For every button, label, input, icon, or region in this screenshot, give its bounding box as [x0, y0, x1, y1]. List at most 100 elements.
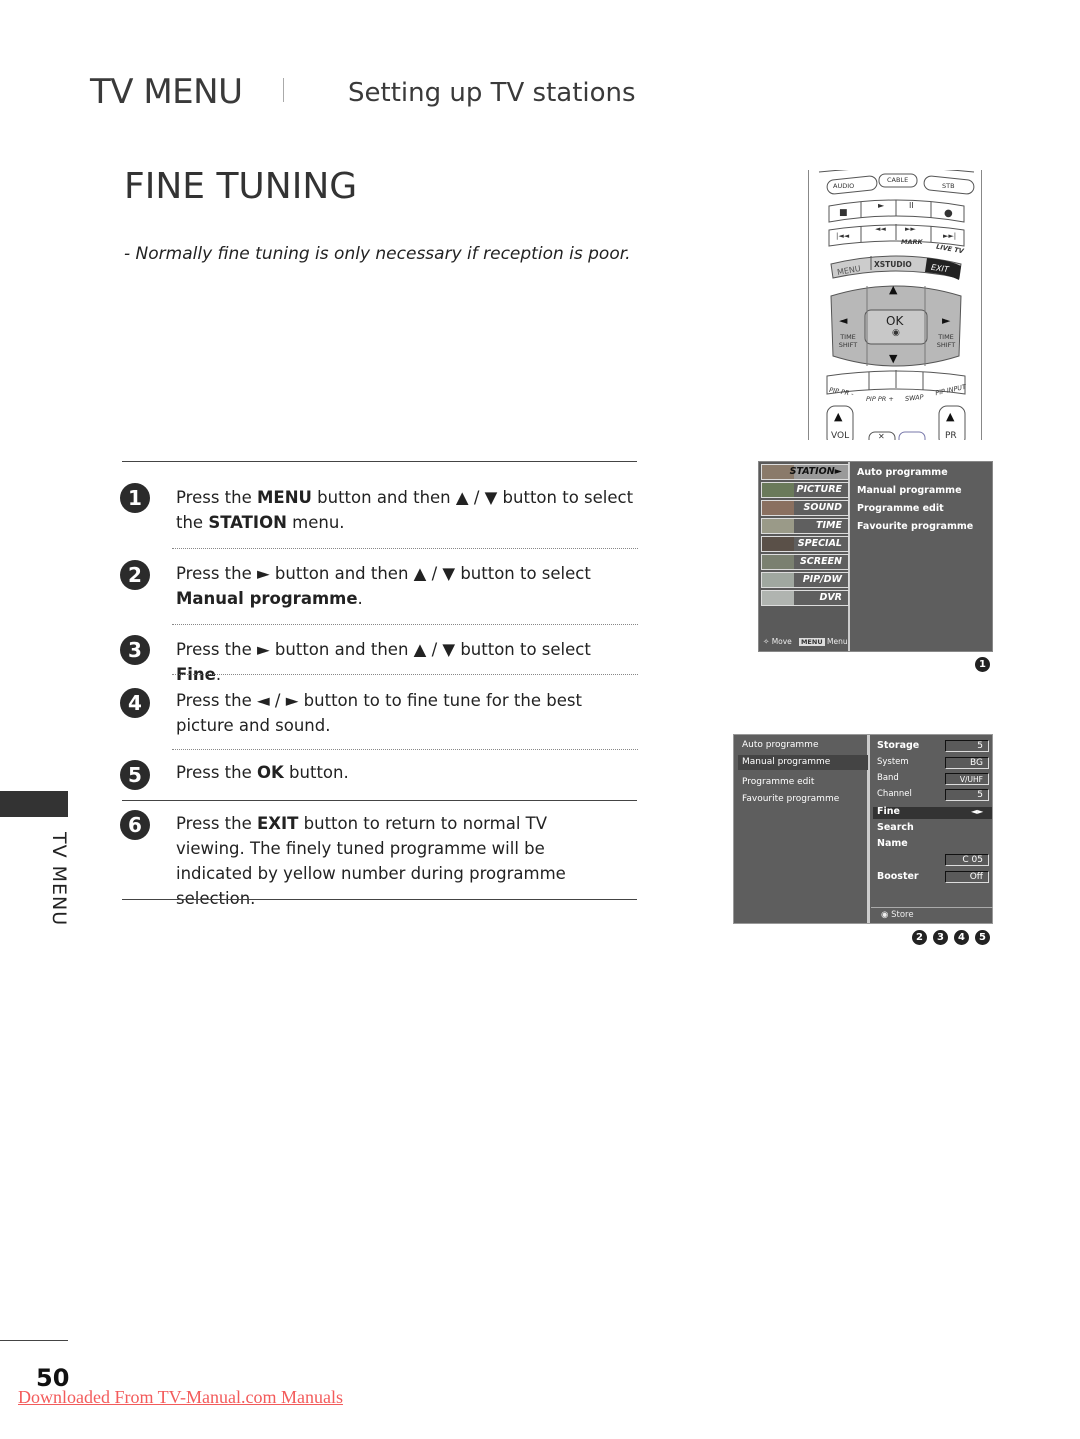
- channel-value[interactable]: 5: [945, 789, 989, 801]
- move-icon: ✧: [763, 637, 770, 646]
- step-text: Press the EXIT button to return to norma…: [176, 811, 616, 911]
- osd-menu-item-label: PIP/DW: [802, 574, 842, 585]
- menu-thumbnail-icon: [762, 573, 794, 587]
- step-text: Press the MENU button and then ▲ / ▼ but…: [176, 485, 636, 535]
- osd-menu-item-picture[interactable]: PICTURE: [761, 482, 849, 498]
- step-text-part: .: [357, 589, 363, 608]
- steps-top-rule: [122, 461, 637, 462]
- step-callout: 5: [975, 930, 990, 945]
- step-keyword: STATION: [208, 513, 287, 532]
- menu-thumbnail-icon: [762, 483, 794, 497]
- step-text: Press the ► button and then ▲ / ▼ button…: [176, 561, 636, 611]
- osd-menu-item-station[interactable]: STATION►: [761, 464, 849, 480]
- footer-rule: [0, 1340, 68, 1341]
- time-shift-left-label: TIME SHIFT: [838, 333, 858, 349]
- osd-main-menu: STATION► PICTURE SOUND TIME SPECIAL SCREEN PIP…: [758, 461, 993, 652]
- osd-submenu-item[interactable]: Programme edit: [857, 503, 944, 514]
- pip-pr-plus-label[interactable]: PIP PR +: [866, 395, 894, 403]
- play-icon[interactable]: ►: [878, 201, 884, 210]
- osd-menu-item-special[interactable]: SPECIAL: [761, 536, 849, 552]
- left-arrow-icon[interactable]: ◄: [839, 314, 847, 327]
- mute-icon[interactable]: ✕: [878, 432, 885, 440]
- remote-body: [818, 170, 975, 440]
- audio-label[interactable]: AUDIO: [833, 182, 854, 190]
- step-keyword: Manual programme: [176, 589, 358, 608]
- storage-value[interactable]: 5: [945, 740, 989, 752]
- osd-menu-item-dvr[interactable]: DVR: [761, 590, 849, 606]
- osd-main-menu-list: STATION► PICTURE SOUND TIME SPECIAL SCREEN PIP…: [759, 462, 850, 651]
- system-value[interactable]: BG: [945, 757, 989, 769]
- skip-back-icon[interactable]: |◄◄: [836, 232, 849, 240]
- osd-menu-item-sound[interactable]: SOUND: [761, 500, 849, 516]
- menu-key-badge: MENU: [798, 638, 825, 646]
- xstudio-button[interactable]: XSTUDIO: [874, 260, 912, 269]
- osd-programme-item[interactable]: Auto programme: [738, 738, 868, 753]
- osd-programme-list: Auto programme Manual programme Programm…: [734, 735, 870, 923]
- fast-forward-icon[interactable]: ►►: [905, 225, 916, 233]
- osd-menu-item-label: SCREEN: [799, 556, 842, 567]
- osd-submenu-item[interactable]: Auto programme: [857, 467, 948, 478]
- mark-label: MARK: [901, 238, 923, 246]
- menu-thumbnail-icon: [762, 519, 794, 533]
- download-link[interactable]: Downloaded From TV-Manual.com Manuals: [18, 1387, 343, 1408]
- step-divider: [172, 548, 638, 549]
- osd-menu-item-time[interactable]: TIME: [761, 518, 849, 534]
- fine-adjust-arrows-icon[interactable]: ◄►: [971, 807, 983, 816]
- step-text: Press the ► button and then ▲ / ▼ button…: [176, 637, 636, 687]
- pause-icon[interactable]: II: [909, 201, 914, 210]
- osd-store-footer: ◉ Store: [871, 907, 993, 923]
- step-callout: 4: [954, 930, 969, 945]
- osd-submenu-item[interactable]: Favourite programme: [857, 521, 973, 532]
- stb-label[interactable]: STB: [942, 182, 955, 190]
- side-tab-label: TV MENU: [48, 832, 70, 927]
- search-label[interactable]: Search: [877, 822, 914, 833]
- remote-control-illustration: AUDIO CABLE STB ■ ► II ● |◄◄ ◄◄ ►► ►►| M…: [808, 170, 982, 440]
- step-callout: 3: [933, 930, 948, 945]
- stop-icon[interactable]: ■: [839, 208, 848, 218]
- right-arrow-icon[interactable]: ►: [942, 314, 950, 327]
- vol-label: VOL: [831, 431, 850, 440]
- osd-programme-item[interactable]: Favourite programme: [738, 792, 868, 807]
- step-keyword: OK: [257, 763, 284, 782]
- osd-programme-item-selected[interactable]: Manual programme: [738, 755, 868, 770]
- ok-button[interactable]: OK: [886, 314, 903, 328]
- cable-label[interactable]: CABLE: [887, 176, 908, 184]
- booster-value[interactable]: Off: [945, 871, 989, 883]
- channel-label: Channel: [877, 789, 912, 799]
- booster-label: Booster: [877, 871, 919, 882]
- step-divider: [172, 624, 638, 625]
- step-number: 2: [120, 560, 150, 590]
- step-text-part: menu.: [286, 513, 345, 532]
- osd-menu-item-label: TIME: [816, 520, 842, 531]
- vol-up-icon[interactable]: ▲: [834, 410, 842, 423]
- osd-programme-item[interactable]: Programme edit: [738, 775, 868, 790]
- up-arrow-icon[interactable]: ▲: [889, 283, 897, 296]
- osd-menu-item-pipdw[interactable]: PIP/DW: [761, 572, 849, 588]
- step-rule: [122, 800, 637, 801]
- pr-label: PR: [945, 431, 957, 440]
- step-number: 1: [120, 483, 150, 513]
- menu-thumbnail-icon: [762, 501, 794, 515]
- record-icon[interactable]: ●: [944, 208, 953, 219]
- step-callout: 2: [912, 930, 927, 945]
- osd-submenu-item[interactable]: Manual programme: [857, 485, 962, 496]
- step-text-part: Press the: [176, 488, 257, 507]
- menu-thumbnail-icon: [762, 591, 794, 605]
- pr-up-icon[interactable]: ▲: [946, 410, 954, 423]
- system-label: System: [877, 757, 909, 767]
- osd-manual-programme: Auto programme Manual programme Programm…: [733, 734, 993, 924]
- down-arrow-icon[interactable]: ▼: [889, 352, 897, 365]
- fine-label: Fine: [877, 806, 900, 817]
- rewind-icon[interactable]: ◄◄: [875, 225, 886, 233]
- name-value[interactable]: C 05: [945, 854, 989, 866]
- menu-label: Menu: [827, 637, 848, 646]
- band-value[interactable]: V/UHF: [945, 773, 989, 785]
- storage-label: Storage: [877, 740, 920, 751]
- step-number: 5: [120, 760, 150, 790]
- skip-forward-icon[interactable]: ►►|: [943, 232, 956, 240]
- step-text-part: button.: [283, 763, 349, 782]
- note-text: - Normally fine tuning is only necessary…: [124, 244, 631, 264]
- step-keyword: MENU: [257, 488, 312, 507]
- osd-menu-item-screen[interactable]: SCREEN: [761, 554, 849, 570]
- header-divider: [283, 78, 284, 102]
